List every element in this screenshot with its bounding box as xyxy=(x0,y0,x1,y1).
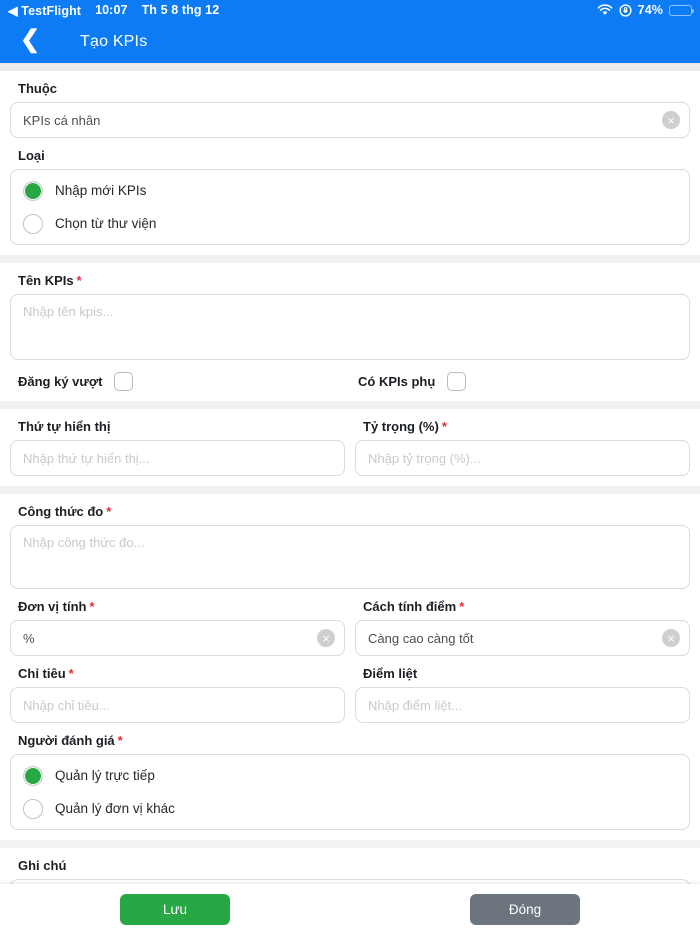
thuoc-label: Thuộc xyxy=(18,81,682,96)
status-bar: ◀ TestFlight 10:07 Th 5 8 thg 12 74% xyxy=(0,0,700,20)
section-separator xyxy=(0,486,700,494)
battery-percent-label: 74% xyxy=(638,3,663,17)
ten-kpis-label: Tên KPIs* xyxy=(18,273,682,288)
clear-icon[interactable]: × xyxy=(662,111,680,129)
diem-liet-label: Điểm liệt xyxy=(363,666,682,681)
clear-icon[interactable]: × xyxy=(317,629,335,647)
don-vi-tinh-label: Đơn vị tính* xyxy=(18,599,337,614)
loai-label: Loại xyxy=(18,148,682,163)
nguoi-danh-gia-label: Người đánh giá* xyxy=(18,733,682,748)
section-separator xyxy=(0,255,700,263)
close-button[interactable]: Đóng xyxy=(470,894,580,925)
header-separator xyxy=(0,63,700,71)
label-text: Người đánh giá xyxy=(18,733,115,748)
required-mark: * xyxy=(442,419,447,434)
radio-option-nhap-moi-kpis[interactable]: Nhập mới KPIs xyxy=(23,174,677,207)
cong-thuc-do-textarea[interactable] xyxy=(10,525,690,589)
save-button[interactable]: Lưu xyxy=(120,894,230,925)
clear-icon[interactable]: × xyxy=(662,629,680,647)
required-mark: * xyxy=(118,733,123,748)
radio-unselected-icon xyxy=(23,214,43,234)
label-text: Chỉ tiêu xyxy=(18,666,66,681)
ty-trong-input[interactable] xyxy=(355,440,690,476)
rotation-lock-icon xyxy=(619,4,632,17)
chevron-left-icon: ❮ xyxy=(20,28,40,52)
label-text: Công thức đo xyxy=(18,504,103,519)
nav-bar: ❮ Tạo KPIs xyxy=(0,20,700,63)
footer-bar: Lưu Đóng xyxy=(0,884,700,934)
cach-tinh-diem-input[interactable] xyxy=(355,620,690,656)
status-date: Th 5 8 thg 12 xyxy=(142,3,220,17)
section-separator xyxy=(0,840,700,848)
thu-tu-hien-thi-input[interactable] xyxy=(10,440,345,476)
radio-unselected-icon xyxy=(23,799,43,819)
radio-option-label: Quản lý đơn vị khác xyxy=(55,801,175,816)
radio-option-label: Chọn từ thư viện xyxy=(55,216,156,231)
label-text: Tỷ trọng (%) xyxy=(363,419,439,434)
radio-option-quan-ly-don-vi-khac[interactable]: Quản lý đơn vị khác xyxy=(23,792,677,825)
required-mark: * xyxy=(106,504,111,519)
loai-radio-group: Nhập mới KPIs Chọn từ thư viện xyxy=(10,169,690,245)
label-text: Cách tính điểm xyxy=(363,599,456,614)
chi-tieu-input[interactable] xyxy=(10,687,345,723)
don-vi-tinh-input[interactable] xyxy=(10,620,345,656)
section-separator xyxy=(0,401,700,409)
cong-thuc-do-label: Công thức đo* xyxy=(18,504,682,519)
radio-option-label: Nhập mới KPIs xyxy=(55,183,146,198)
nguoi-danh-gia-radio-group: Quản lý trực tiếp Quản lý đơn vị khác xyxy=(10,754,690,830)
required-mark: * xyxy=(77,273,82,288)
battery-icon xyxy=(669,5,692,16)
chi-tieu-label: Chỉ tiêu* xyxy=(18,666,337,681)
dang-ky-vuot-checkbox[interactable] xyxy=(114,372,133,391)
cach-tinh-diem-label: Cách tính điểm* xyxy=(363,599,682,614)
radio-option-label: Quản lý trực tiếp xyxy=(55,768,155,783)
ty-trong-label: Tỷ trọng (%)* xyxy=(363,419,682,434)
status-time: 10:07 xyxy=(95,3,127,17)
radio-selected-icon xyxy=(23,766,43,786)
co-kpis-phu-label: Có KPIs phụ xyxy=(358,374,435,389)
kpi-form: Thuộc × Loại Nhập mới KPIs Chọn từ thư v… xyxy=(0,81,700,934)
radio-option-chon-tu-thu-vien[interactable]: Chọn từ thư viện xyxy=(23,207,677,240)
required-mark: * xyxy=(69,666,74,681)
page-title: Tạo KPIs xyxy=(80,33,147,51)
radio-selected-icon xyxy=(23,181,43,201)
ten-kpis-textarea[interactable] xyxy=(10,294,690,360)
radio-option-quan-ly-truc-tiep[interactable]: Quản lý trực tiếp xyxy=(23,759,677,792)
diem-liet-input[interactable] xyxy=(355,687,690,723)
back-button[interactable]: ❮ xyxy=(16,28,44,56)
required-mark: * xyxy=(89,599,94,614)
thu-tu-hien-thi-label: Thứ tự hiển thị xyxy=(18,419,337,434)
label-text: Đơn vị tính xyxy=(18,599,86,614)
dang-ky-vuot-label: Đăng ký vượt xyxy=(18,374,102,389)
thuoc-input[interactable] xyxy=(10,102,690,138)
required-mark: * xyxy=(459,599,464,614)
app-screen: ◀ TestFlight 10:07 Th 5 8 thg 12 74% ❮ T… xyxy=(0,0,700,934)
back-to-app-button[interactable]: ◀ TestFlight xyxy=(8,3,81,18)
co-kpis-phu-checkbox[interactable] xyxy=(447,372,466,391)
label-text: Tên KPIs xyxy=(18,273,74,288)
ghi-chu-label: Ghi chú xyxy=(18,858,682,873)
wifi-icon xyxy=(597,4,613,16)
